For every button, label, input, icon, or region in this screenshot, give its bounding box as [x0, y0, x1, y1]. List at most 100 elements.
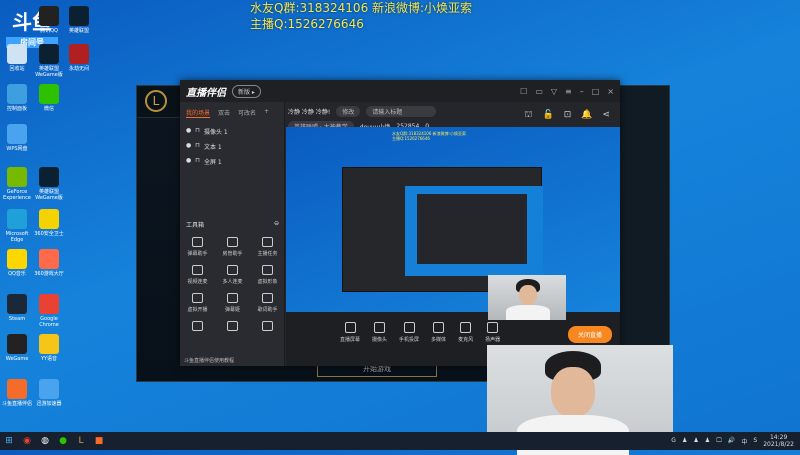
app-icon [7, 249, 27, 269]
toolbar-button[interactable]: 摄像头 [372, 322, 387, 343]
desktop-icon[interactable]: 英雄联盟WeGame版 [32, 44, 66, 78]
desktop-icon[interactable]: GeForce Experience [0, 167, 34, 201]
action-icon[interactable]: ⛫ [524, 110, 532, 121]
action-icon[interactable]: 🔔 [581, 110, 592, 121]
desktop-icon[interactable]: 360游戏大厅 [32, 249, 66, 277]
window-control-icon[interactable]: □ [592, 87, 600, 96]
app-icon [7, 167, 27, 187]
toolbar-button[interactable]: 扬声器 [485, 322, 500, 343]
overlay-line-1: 水友Q群:318324106 新浪微博:小焕亚索 [250, 1, 473, 15]
desktop-icon[interactable]: QQ音乐 [0, 249, 34, 277]
desktop-icon[interactable]: 永劫无间 [62, 44, 96, 72]
scene-tab[interactable]: + [264, 108, 269, 118]
window-control-icon[interactable]: ▽ [551, 87, 557, 96]
action-icon[interactable]: 🔓 [542, 110, 553, 121]
tool-item[interactable]: 多人连麦 [215, 265, 250, 285]
tool-item[interactable] [180, 321, 215, 334]
desktop-icon[interactable]: 控制面板 [0, 84, 34, 112]
window-control-icon[interactable]: ☐ [520, 87, 527, 96]
window-control-icon[interactable]: ≡ [565, 87, 572, 96]
source-item[interactable]: ● ⊓ 摄像头 1 [180, 124, 284, 139]
title-input[interactable]: 请输入标题 [366, 106, 437, 117]
tray-icon[interactable]: 中 [741, 437, 747, 446]
tool-item[interactable]: 房管助手 [215, 237, 250, 257]
eye-icon[interactable]: ● [186, 157, 191, 166]
source-item[interactable]: ● ⊓ 全屏 1 [180, 154, 284, 169]
desktop-icon[interactable]: 360安全卫士 [32, 209, 66, 237]
tool-icon [192, 293, 203, 303]
toolbar-button[interactable]: 多媒体 [431, 322, 446, 343]
lock-icon[interactable]: ⊓ [195, 142, 200, 151]
taskbar-wechat-icon[interactable]: ● [54, 432, 72, 450]
desktop-icon[interactable]: 斗鱼直播伴侣 [0, 379, 34, 407]
taskbar-douyu-icon[interactable]: ■ [90, 432, 108, 450]
scene-panel: 我的场景 双击 可改名 + ● ⊓ 摄像头 1 ● ⊓ 文本 1 ● ⊓ 全屏 1 工具箱 ⊖ 弹幕助手… [180, 102, 285, 366]
tool-item[interactable]: 歌词助手 [250, 293, 285, 313]
tray-icon[interactable]: 🔊 [728, 437, 735, 446]
toolbar-label: 扬声器 [485, 337, 501, 343]
scene-tab[interactable]: 可改名 [238, 108, 256, 118]
app-icon [7, 44, 27, 64]
desktop-icon[interactable]: 回收站 [0, 44, 34, 72]
scene-tab[interactable]: 双击 [218, 108, 230, 118]
window-control-icon[interactable]: – [580, 87, 584, 96]
tool-item[interactable] [215, 321, 250, 334]
stop-live-button[interactable]: 关闭直播 [567, 326, 612, 343]
desktop-icon[interactable]: Google Chrome [32, 294, 66, 328]
tool-label: 多人连麦 [222, 279, 243, 285]
app-icon [39, 6, 59, 26]
version-badge[interactable]: 新版 ▸ [232, 84, 261, 98]
tutorial-notice[interactable]: 斗鱼直播伴侣使用教程 [184, 357, 234, 364]
lock-icon[interactable]: ⊓ [195, 157, 200, 166]
tool-item[interactable]: 弹幕助手 [180, 237, 215, 257]
desktop-icon[interactable]: 英雄联盟WeGame版 [32, 167, 66, 201]
title-bar: 直播伴侣 新版 ▸ ☐ ▭ ▽ ≡ – □ × [180, 80, 620, 102]
toolbox: 工具箱 ⊖ 弹幕助手 房管助手 主播任务 视频连麦 多人连麦 虚拟形象 虚拟开播 弹幕姬 歌词助手 [180, 220, 285, 334]
action-icon[interactable]: ⊡ [564, 110, 572, 121]
toolbar-button[interactable]: 手机投屏 [399, 322, 419, 343]
action-icon[interactable]: ⋖ [602, 110, 610, 121]
toolbar-button[interactable]: 麦克风 [458, 322, 473, 343]
tool-item[interactable]: 虚拟形象 [250, 265, 285, 285]
desktop-icon[interactable]: WPS网盘 [0, 124, 34, 152]
tray-icon[interactable]: G [671, 437, 676, 446]
tray-icon[interactable]: 🖵 [716, 437, 722, 446]
desktop-icon-label: 控制面板 [6, 106, 27, 112]
window-control-icon[interactable]: × [607, 87, 614, 96]
edit-title-button[interactable]: 修改 [336, 106, 361, 117]
toolbar-icon [433, 322, 445, 333]
desktop-icon[interactable]: 腾讯QQ [32, 6, 66, 34]
toolbar-button[interactable]: 直播屏幕 [340, 322, 360, 343]
tray-icon[interactable]: ♟ [693, 437, 698, 446]
clock[interactable]: 14:29 2021/8/22 [763, 434, 794, 448]
tray-icon[interactable]: ♟ [682, 437, 687, 446]
league-social-panel [617, 86, 669, 383]
tool-item[interactable]: 主播任务 [250, 237, 285, 257]
desktop-icon[interactable]: 英雄联盟 [62, 6, 96, 34]
desktop-icon-label: 永劫无间 [68, 66, 89, 72]
tool-item[interactable]: 视频连麦 [180, 265, 215, 285]
tool-item[interactable] [250, 321, 285, 334]
tray-icon[interactable]: S [753, 437, 757, 446]
taskbar-league-icon[interactable]: L [72, 432, 90, 450]
app-icon [69, 44, 89, 64]
taskbar-chrome-icon[interactable]: ◉ [18, 432, 36, 450]
tool-item[interactable]: 虚拟开播 [180, 293, 215, 313]
tray-icon[interactable]: ♟ [705, 437, 710, 446]
desktop-icon[interactable]: Microsoft Edge [0, 209, 34, 243]
more-icon[interactable]: ⊖ [274, 220, 279, 229]
source-item[interactable]: ● ⊓ 文本 1 [180, 139, 284, 154]
desktop-icon[interactable]: YY语音 [32, 334, 66, 362]
taskbar-app-icon[interactable]: ◍ [36, 432, 54, 450]
tool-item[interactable]: 弹幕姬 [215, 293, 250, 313]
eye-icon[interactable]: ● [186, 127, 191, 136]
desktop-icon[interactable]: Steam [0, 294, 34, 322]
desktop-icon[interactable]: WeGame [0, 334, 34, 362]
scene-tab[interactable]: 我的场景 [186, 108, 211, 118]
window-control-icon[interactable]: ▭ [535, 87, 543, 96]
eye-icon[interactable]: ● [186, 142, 191, 151]
desktop-icon[interactable]: 迅游加速器 [32, 379, 66, 407]
start-button[interactable]: ⊞ [0, 432, 18, 450]
desktop-icon[interactable]: 微信 [32, 84, 66, 112]
lock-icon[interactable]: ⊓ [195, 127, 200, 136]
